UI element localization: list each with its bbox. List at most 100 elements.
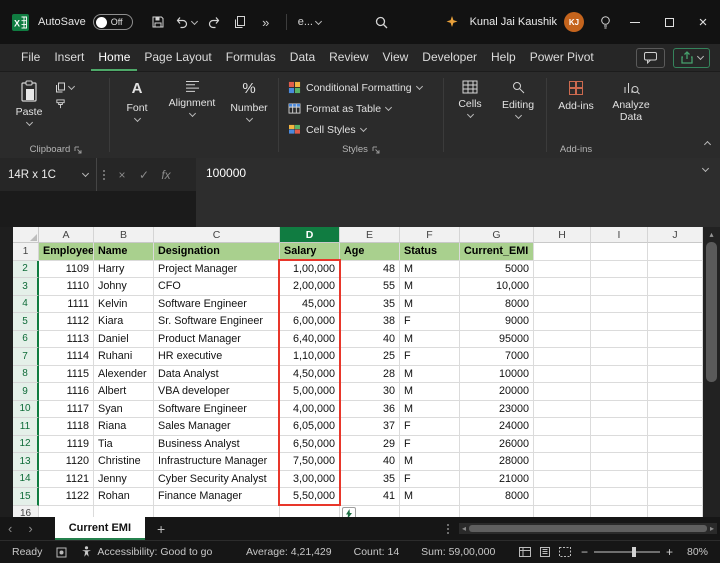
row-header-14[interactable]: 14 (13, 471, 39, 489)
cell-I8[interactable] (591, 366, 648, 384)
cell-A2[interactable]: 1109 (39, 261, 94, 279)
overflow-dropdown[interactable]: e... (294, 8, 325, 36)
cell-I12[interactable] (591, 436, 648, 454)
cell-B2[interactable]: Harry (94, 261, 154, 279)
cell-E14[interactable]: 35 (340, 471, 400, 489)
cell-C12[interactable]: Business Analyst (154, 436, 280, 454)
cell-D2[interactable]: 1,00,000 (280, 261, 340, 279)
save-button[interactable] (145, 8, 171, 36)
row-header-6[interactable]: 6 (13, 331, 39, 349)
row-header-3[interactable]: 3 (13, 278, 39, 296)
cell-I11[interactable] (591, 418, 648, 436)
cell-H2[interactable] (534, 261, 591, 279)
cell-J15[interactable] (648, 488, 703, 506)
column-header-E[interactable]: E (340, 227, 400, 243)
maximize-button[interactable] (652, 0, 686, 44)
cell-I13[interactable] (591, 453, 648, 471)
cell-J11[interactable] (648, 418, 703, 436)
column-header-B[interactable]: B (94, 227, 154, 243)
tabbar-menu-icon[interactable] (447, 524, 449, 534)
cell-E12[interactable]: 29 (340, 436, 400, 454)
cell-E15[interactable]: 41 (340, 488, 400, 506)
comments-button[interactable] (636, 48, 665, 68)
row-header-1[interactable]: 1 (13, 243, 39, 261)
cell-C11[interactable]: Sales Manager (154, 418, 280, 436)
cell-G12[interactable]: 26000 (460, 436, 534, 454)
enter-icon[interactable]: ✓ (133, 158, 155, 191)
close-button[interactable]: × (686, 0, 720, 44)
cell-A13[interactable]: 1120 (39, 453, 94, 471)
cell-C10[interactable]: Software Engineer (154, 401, 280, 419)
cell-styles-button[interactable]: Cell Styles (288, 121, 422, 138)
cell-D14[interactable]: 3,00,000 (280, 471, 340, 489)
cell-J14[interactable] (648, 471, 703, 489)
name-box[interactable]: 14R x 1C (0, 158, 97, 191)
cell-F15[interactable]: M (400, 488, 460, 506)
menu-tab-power-pivot[interactable]: Power Pivot (523, 44, 601, 71)
cell-C15[interactable]: Finance Manager (154, 488, 280, 506)
cell-A9[interactable]: 1116 (39, 383, 94, 401)
row-header-4[interactable]: 4 (13, 296, 39, 314)
cell-A8[interactable]: 1115 (39, 366, 94, 384)
cell-A7[interactable]: 1114 (39, 348, 94, 366)
vertical-scroll-thumb[interactable] (706, 242, 717, 382)
insert-function-icon[interactable]: fx (155, 158, 177, 191)
font-menu-button[interactable]: A Font (113, 72, 161, 141)
search-icon[interactable] (369, 8, 395, 36)
cell-B3[interactable]: Johny (94, 278, 154, 296)
row-header-10[interactable]: 10 (13, 401, 39, 419)
cell-A16[interactable] (39, 506, 94, 518)
cell-H1[interactable] (534, 243, 591, 261)
cell-G13[interactable]: 28000 (460, 453, 534, 471)
add-sheet-button[interactable]: + (145, 521, 177, 537)
collapse-ribbon-icon[interactable] (705, 134, 710, 152)
cell-J3[interactable] (648, 278, 703, 296)
formula-input[interactable]: 100000 (196, 158, 720, 227)
lightbulb-icon[interactable] (592, 8, 618, 36)
accessibility-status[interactable]: Accessibility: Good to go (81, 546, 212, 558)
cell-B6[interactable]: Daniel (94, 331, 154, 349)
format-painter-button[interactable] (52, 99, 77, 110)
cells-menu-button[interactable]: Cells (447, 72, 493, 141)
cell-A11[interactable]: 1118 (39, 418, 94, 436)
cell-G16[interactable] (460, 506, 534, 518)
cell-J2[interactable] (648, 261, 703, 279)
cell-G4[interactable]: 8000 (460, 296, 534, 314)
cell-G6[interactable]: 95000 (460, 331, 534, 349)
share-button[interactable] (673, 48, 710, 68)
normal-view-button[interactable] (519, 547, 531, 557)
row-header-11[interactable]: 11 (13, 418, 39, 436)
number-menu-button[interactable]: % Number (223, 72, 275, 141)
macro-record-button[interactable] (56, 547, 67, 558)
cell-J10[interactable] (648, 401, 703, 419)
cell-J5[interactable] (648, 313, 703, 331)
cell-H9[interactable] (534, 383, 591, 401)
copy-button[interactable] (227, 8, 253, 36)
sheet-nav-right-icon[interactable]: › (20, 521, 40, 536)
cell-G3[interactable]: 10,000 (460, 278, 534, 296)
cell-H14[interactable] (534, 471, 591, 489)
cell-E4[interactable]: 35 (340, 296, 400, 314)
zoom-level[interactable]: 80% (687, 546, 708, 558)
cell-E5[interactable]: 38 (340, 313, 400, 331)
cell-F11[interactable]: F (400, 418, 460, 436)
cell-A14[interactable]: 1121 (39, 471, 94, 489)
cell-C5[interactable]: Sr. Software Engineer (154, 313, 280, 331)
row-header-9[interactable]: 9 (13, 383, 39, 401)
menu-tab-developer[interactable]: Developer (415, 44, 484, 71)
cell-H4[interactable] (534, 296, 591, 314)
clipboard-dialog-launcher-icon[interactable] (74, 146, 82, 154)
cell-E1[interactable]: Age (340, 243, 400, 261)
cell-A6[interactable]: 1113 (39, 331, 94, 349)
avatar[interactable]: KJ (564, 12, 584, 32)
cell-B5[interactable]: Kiara (94, 313, 154, 331)
menu-tab-home[interactable]: Home (91, 44, 137, 71)
count-stat[interactable]: Count: 14 (354, 546, 400, 558)
cell-E11[interactable]: 37 (340, 418, 400, 436)
zoom-out-button[interactable]: − (575, 545, 594, 559)
cell-I7[interactable] (591, 348, 648, 366)
cell-G14[interactable]: 21000 (460, 471, 534, 489)
cell-J8[interactable] (648, 366, 703, 384)
cell-G5[interactable]: 9000 (460, 313, 534, 331)
cell-D3[interactable]: 2,00,000 (280, 278, 340, 296)
